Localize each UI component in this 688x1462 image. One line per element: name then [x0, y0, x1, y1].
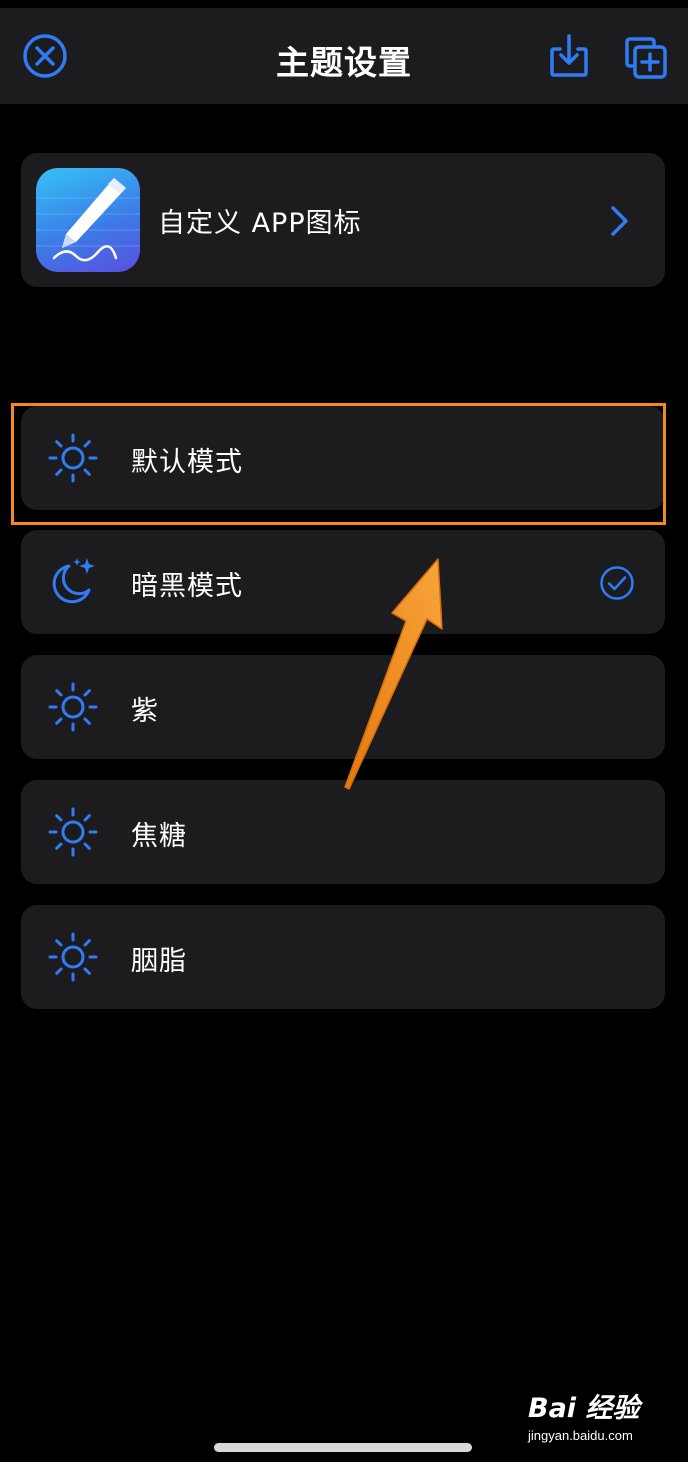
theme-row-caramel[interactable]: 焦糖	[21, 780, 665, 884]
pen-app-icon	[36, 168, 140, 272]
sun-icon	[48, 682, 98, 732]
theme-row-purple[interactable]: 紫	[21, 655, 665, 759]
custom-app-icon-label: 自定义 APP图标	[158, 208, 362, 239]
theme-label: 默认模式	[131, 447, 243, 478]
sun-icon	[48, 433, 98, 483]
watermark: Bai 经验 jingyan.baidu.com	[528, 1386, 678, 1450]
theme-label: 暗黑模式	[131, 571, 243, 602]
download-button[interactable]	[543, 30, 595, 82]
watermark-site: jingyan.baidu.com	[528, 1428, 633, 1443]
sun-icon	[48, 807, 98, 857]
home-indicator	[214, 1443, 472, 1452]
theme-label: 胭脂	[131, 946, 187, 977]
moon-stars-icon	[52, 558, 95, 604]
theme-label: 焦糖	[131, 821, 187, 852]
add-theme-button[interactable]	[620, 32, 672, 84]
theme-row-default[interactable]: 默认模式	[21, 406, 665, 510]
checkmark-circle-icon	[600, 566, 634, 600]
watermark-brand: Bai 经验	[528, 1393, 640, 1424]
sun-icon	[48, 932, 98, 982]
theme-label: 紫	[131, 696, 159, 727]
download-tray-icon	[550, 34, 588, 77]
nav-bar: 主题设置	[0, 8, 688, 104]
theme-row-rouge[interactable]: 胭脂	[21, 905, 665, 1009]
custom-app-icon-row[interactable]: 自定义 APP图标	[21, 153, 665, 287]
chevron-right-icon	[611, 206, 628, 236]
theme-row-dark[interactable]: 暗黑模式	[21, 530, 665, 634]
add-copy-icon	[625, 37, 667, 79]
